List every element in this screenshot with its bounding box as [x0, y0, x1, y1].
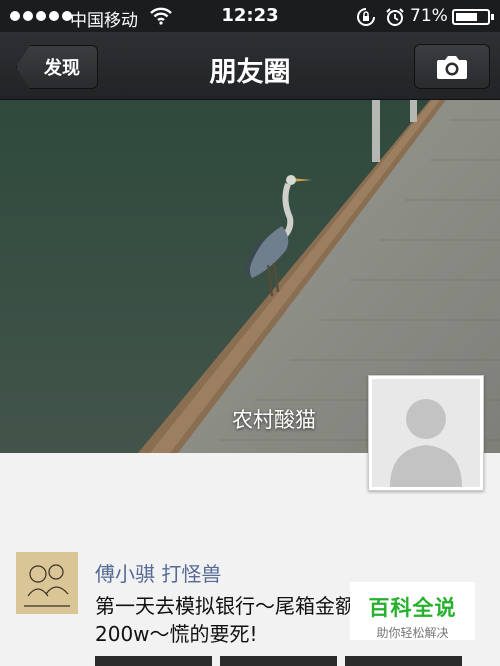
camera-button[interactable]	[414, 44, 490, 89]
watermark-title: 百科全说	[368, 596, 457, 620]
signal-strength-icon	[10, 11, 72, 21]
status-bar: 中国移动 12:23 71%	[0, 0, 500, 32]
battery-percentage: 71%	[410, 6, 448, 26]
watermark-subtitle: 助你轻松解决	[376, 626, 449, 640]
wifi-icon	[150, 7, 172, 30]
post-author-avatar[interactable]	[16, 552, 78, 614]
profile-avatar[interactable]	[368, 375, 484, 491]
post-image-row	[95, 656, 462, 666]
post-author-name[interactable]: 傅小骐 打怪兽	[95, 558, 221, 587]
watermark-logo: 百科全说 助你轻松解决	[350, 582, 475, 640]
post-text: 第一天去模拟银行～尾箱金额200w～慌的要死!	[95, 594, 355, 646]
default-avatar-icon	[372, 379, 480, 487]
rotation-lock-icon	[356, 7, 376, 32]
alarm-icon	[385, 7, 405, 32]
navigation-bar: 发现 朋友圈	[0, 32, 500, 100]
carrier-name: 中国移动	[70, 11, 138, 31]
post-image[interactable]	[95, 656, 212, 666]
post-image[interactable]	[220, 656, 337, 666]
back-button[interactable]: 发现	[16, 45, 98, 89]
post-image[interactable]	[345, 656, 462, 666]
camera-icon	[437, 55, 467, 79]
cover-username: 农村酸猫	[232, 408, 316, 432]
battery-icon	[452, 9, 494, 25]
back-button-label: 发现	[44, 58, 80, 79]
